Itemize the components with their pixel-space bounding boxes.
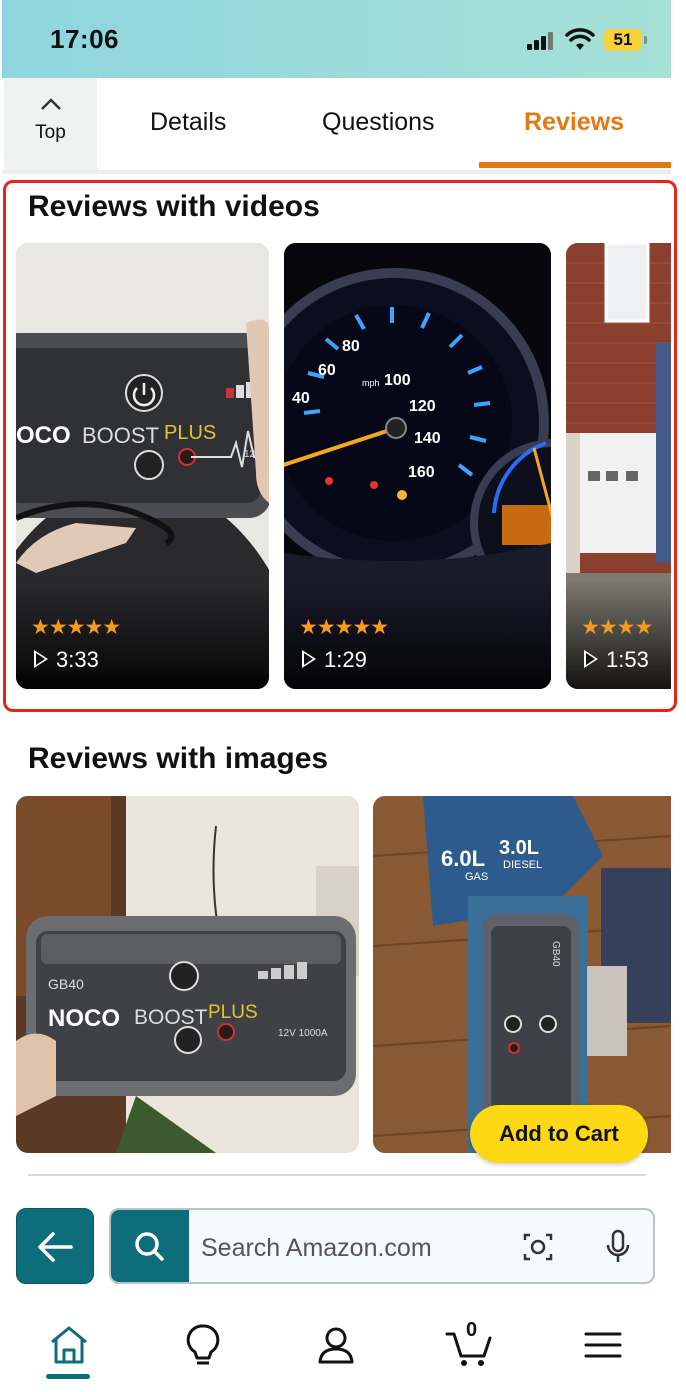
review-photo: 6.0L GAS 3.0L DIESEL GB40 [373, 796, 671, 1153]
video-duration: 3:33 [34, 647, 99, 673]
top-button[interactable]: Top [4, 78, 97, 170]
battery-tip [644, 36, 647, 44]
tab-details[interactable]: Details [150, 108, 226, 137]
video-duration-text: 1:53 [606, 647, 649, 672]
search-input[interactable]: Search Amazon.com [109, 1208, 655, 1284]
cart-icon[interactable]: 0 [444, 1319, 494, 1370]
arrow-left-icon [38, 1232, 73, 1262]
battery-icon: 51 [604, 29, 642, 51]
wifi-icon [565, 28, 595, 50]
gauge-number: 120 [409, 398, 436, 415]
play-icon [34, 650, 48, 668]
top-button-label: Top [35, 122, 66, 143]
product-plus-text: PLUS [208, 1002, 258, 1023]
tabs-divider [2, 170, 671, 174]
video-duration: 1:53 [584, 647, 649, 673]
video-duration-text: 3:33 [56, 647, 99, 672]
video-duration: 1:29 [302, 647, 367, 673]
review-photo: GB40 NOCO BOOST PLUS 12V 1000A [16, 796, 359, 1153]
rating-stars: ★★★★★ [31, 616, 121, 639]
gauge-number: 160 [408, 464, 435, 481]
product-name-text: BOOST [82, 423, 159, 448]
review-image[interactable]: GB40 NOCO BOOST PLUS 12V 1000A [16, 796, 359, 1153]
microphone-icon[interactable] [603, 1228, 633, 1266]
account-icon[interactable] [311, 1320, 361, 1370]
back-button[interactable] [16, 1208, 94, 1284]
play-icon [302, 650, 316, 668]
box-diesel-value: 3.0L [499, 837, 539, 859]
reviews-images-title: Reviews with images [28, 742, 329, 775]
gauge-number: 100 [384, 372, 411, 389]
rating-stars: ★★★★ [581, 616, 653, 639]
home-active-indicator [46, 1374, 90, 1379]
product-name-text: BOOST [134, 1006, 208, 1029]
product-plus-text: PLUS [164, 422, 216, 444]
lightbulb-icon[interactable] [178, 1320, 228, 1370]
search-icon [135, 1232, 164, 1261]
gauge-number: 60 [318, 362, 336, 379]
video-card[interactable]: ★★★★ 1:53 [566, 243, 671, 689]
search-placeholder: Search Amazon.com [201, 1234, 432, 1262]
section-divider [28, 1174, 646, 1176]
gauge-number: 80 [342, 338, 360, 355]
active-tab-indicator [479, 162, 671, 168]
product-brand-text: OCO [16, 422, 71, 449]
box-gas-label: GAS [465, 871, 488, 883]
add-to-cart-button[interactable]: Add to Cart [470, 1105, 648, 1163]
gauge-unit: mph [362, 378, 380, 388]
camera-icon[interactable] [521, 1230, 555, 1264]
video-card[interactable]: OCO BOOST PLUS 12V ★★★★★ 3:33 [16, 243, 269, 689]
menu-icon[interactable] [578, 1320, 628, 1370]
box-gas-value: 6.0L [441, 846, 485, 871]
section-tabs: Top Details Questions Reviews [2, 78, 671, 170]
status-time: 17:06 [50, 24, 119, 54]
reviews-videos-title: Reviews with videos [28, 190, 320, 223]
chevron-up-icon [41, 98, 61, 110]
play-icon [584, 650, 598, 668]
review-image[interactable]: 6.0L GAS 3.0L DIESEL GB40 [373, 796, 671, 1153]
status-bar: 17:06 51 [2, 0, 671, 78]
gauge-number: 140 [414, 430, 441, 447]
tab-reviews[interactable]: Reviews [524, 108, 624, 137]
product-brand-text: NOCO [48, 1005, 120, 1032]
cart-count: 0 [466, 1319, 478, 1341]
search-button[interactable] [111, 1210, 189, 1282]
product-model-text: GB40 [550, 941, 561, 967]
tab-questions[interactable]: Questions [322, 108, 435, 137]
video-card[interactable]: 60 80 100 120 140 160 40 mph ★★★★★ 1:29 [284, 243, 551, 689]
gauge-number: 40 [292, 390, 310, 407]
home-icon[interactable] [44, 1320, 94, 1370]
box-diesel-label: DIESEL [503, 859, 542, 871]
video-duration-text: 1:29 [324, 647, 367, 672]
product-spec-text: 12V 1000A [278, 1028, 328, 1039]
product-model-text: GB40 [48, 976, 84, 992]
signal-icon [527, 32, 553, 50]
rating-stars: ★★★★★ [299, 616, 389, 639]
